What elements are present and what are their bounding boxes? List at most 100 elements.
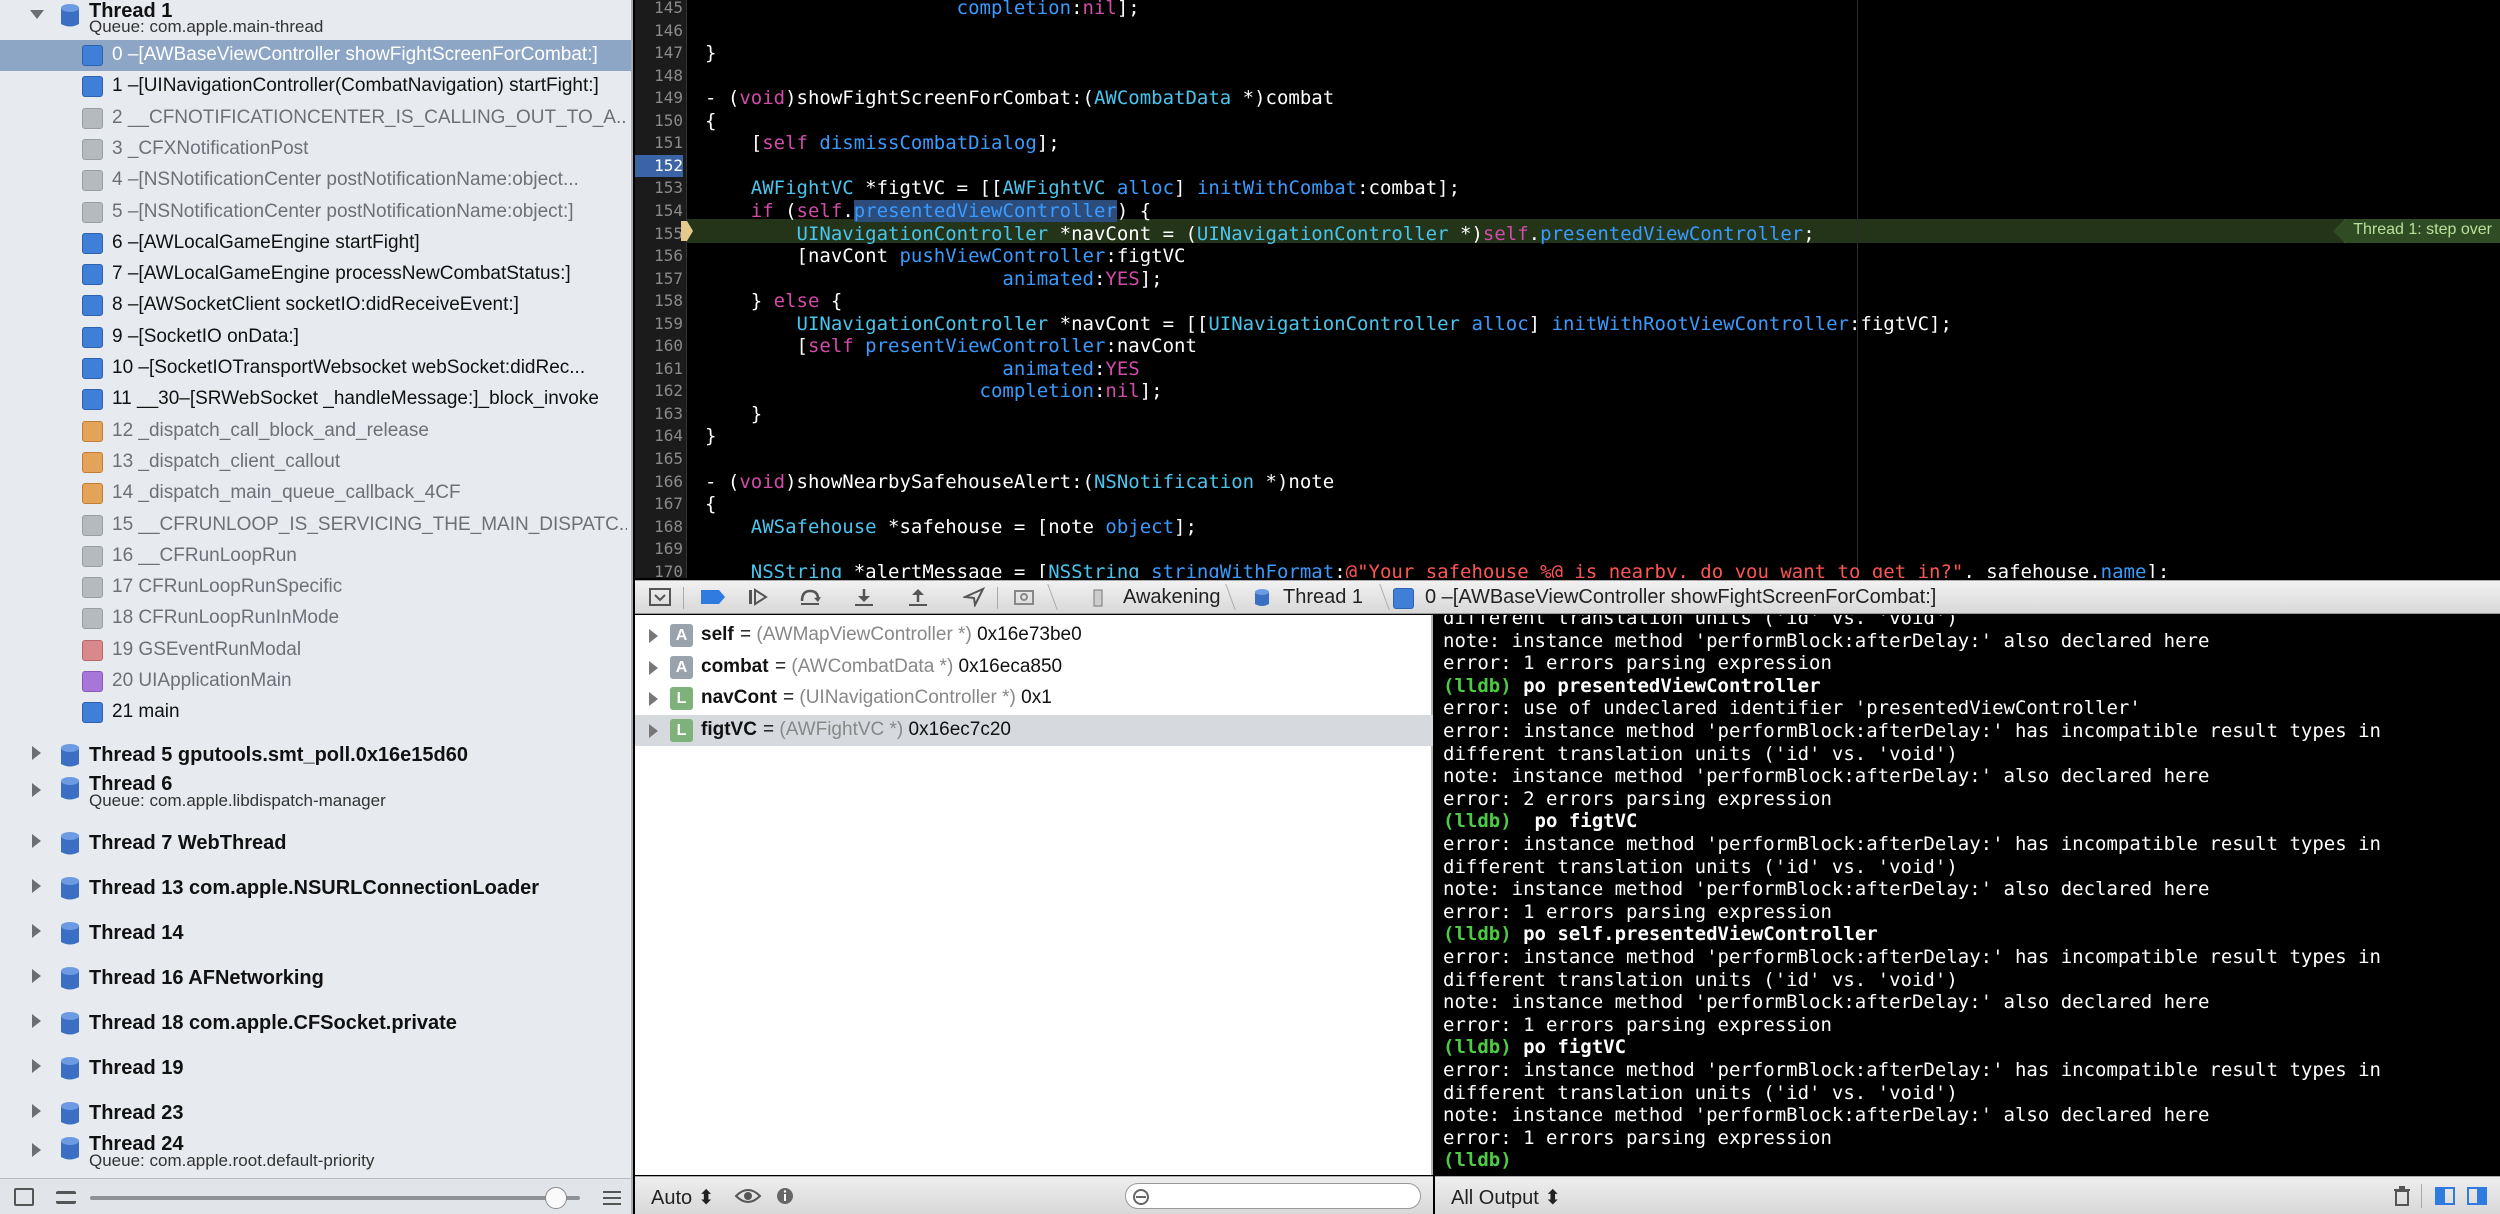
lines-icon[interactable]	[603, 1191, 621, 1205]
code-line[interactable]: {	[705, 110, 716, 133]
line-number[interactable]: 157	[635, 268, 683, 291]
disclosure-closed-icon[interactable]	[649, 692, 658, 706]
variable-row[interactable]: LfigtVC= (AWFightVC *) 0x16ec7c20	[635, 715, 1433, 746]
thread-row[interactable]: Thread 23	[0, 1091, 631, 1136]
code-line[interactable]: UINavigationController *navCont = (UINav…	[705, 223, 1815, 246]
disclosure-closed-icon[interactable]	[649, 629, 658, 643]
step-over-icon[interactable]	[799, 587, 821, 607]
continue-icon[interactable]	[747, 587, 769, 607]
disclosure-closed-icon[interactable]	[32, 969, 41, 983]
thread-row[interactable]: Thread 5 gputools.smt_poll.0x16e15d60	[0, 733, 631, 778]
thread-row[interactable]: Thread 18 com.apple.CFSocket.private	[0, 1001, 631, 1046]
line-number[interactable]: 165	[635, 448, 683, 471]
code-line[interactable]: if (self.presentedViewController) {	[705, 200, 1151, 223]
disclosure-closed-icon[interactable]	[32, 1143, 41, 1157]
thread-row[interactable]: Thread 6Queue: com.apple.libdispatch-man…	[0, 773, 631, 818]
code-line[interactable]: }	[705, 403, 762, 426]
output-filter-selector[interactable]: All Output ⬍	[1451, 1185, 1561, 1210]
code-line[interactable]: - (void)showFightScreenForCombat:(AWComb…	[705, 87, 1334, 110]
list-view-icon[interactable]	[56, 1191, 76, 1204]
line-number[interactable]: 166	[635, 471, 683, 494]
stack-frame-row[interactable]: 9 –[SocketIO onData:]	[0, 322, 631, 353]
line-number[interactable]: 151	[635, 132, 683, 155]
hide-debug-area-icon[interactable]	[649, 587, 671, 607]
thread-row[interactable]: Thread 16 AFNetworking	[0, 956, 631, 1001]
line-number[interactable]: 148	[635, 65, 683, 88]
line-number[interactable]: 161	[635, 358, 683, 381]
disclosure-open-icon[interactable]	[30, 10, 44, 19]
stack-frame-row[interactable]: 7 –[AWLocalGameEngine processNewCombatSt…	[0, 259, 631, 290]
disclosure-closed-icon[interactable]	[649, 724, 658, 738]
variable-row[interactable]: Aself= (AWMapViewController *) 0x16e73be…	[635, 620, 1433, 651]
stack-frame-row[interactable]: 20 UIApplicationMain	[0, 666, 631, 697]
thread-row[interactable]: Thread 7 WebThread	[0, 821, 631, 866]
eye-icon[interactable]	[735, 1187, 761, 1205]
line-number[interactable]: 159	[635, 313, 683, 336]
code-line[interactable]: completion:nil];	[705, 0, 1140, 20]
variable-row[interactable]: Acombat= (AWCombatData *) 0x16eca850	[635, 652, 1433, 683]
line-number[interactable]: 170	[635, 561, 683, 578]
line-number[interactable]: 169	[635, 538, 683, 561]
line-number[interactable]: 152	[635, 155, 683, 178]
show-console-icon[interactable]	[2467, 1187, 2487, 1205]
code-line[interactable]: UINavigationController *navCont = [[UINa…	[705, 313, 1952, 336]
disclosure-closed-icon[interactable]	[32, 879, 41, 893]
stack-frame-row[interactable]: 17 CFRunLoopRunSpecific	[0, 572, 631, 603]
code-line[interactable]: AWSafehouse *safehouse = [note object];	[705, 516, 1197, 539]
code-line[interactable]: completion:nil];	[705, 380, 1163, 403]
disclosure-closed-icon[interactable]	[32, 834, 41, 848]
line-number[interactable]: 162	[635, 380, 683, 403]
thread-row[interactable]: Thread 14	[0, 911, 631, 956]
stack-frame-row[interactable]: 11 __30–[SRWebSocket _handleMessage:]_bl…	[0, 384, 631, 415]
stack-frame-row[interactable]: 19 GSEventRunModal	[0, 635, 631, 666]
show-variables-icon[interactable]	[2435, 1187, 2455, 1205]
line-number[interactable]: 160	[635, 335, 683, 358]
stack-frame-row[interactable]: 5 –[NSNotificationCenter postNotificatio…	[0, 197, 631, 228]
console-output[interactable]: different translation units ('id' vs. 'v…	[1435, 615, 2500, 1176]
stack-frame-row[interactable]: 0 –[AWBaseViewController showFightScreen…	[0, 40, 631, 71]
line-number[interactable]: 146	[635, 20, 683, 43]
stack-frame-row[interactable]: 16 __CFRunLoopRun	[0, 541, 631, 572]
line-number[interactable]: 163	[635, 403, 683, 426]
line-number[interactable]: 158	[635, 290, 683, 313]
stack-frame-row[interactable]: 6 –[AWLocalGameEngine startFight]	[0, 228, 631, 259]
line-number[interactable]: 168	[635, 516, 683, 539]
process-view-icon[interactable]	[14, 1188, 34, 1206]
disclosure-closed-icon[interactable]	[32, 924, 41, 938]
stack-compression-slider[interactable]	[90, 1196, 580, 1200]
line-number[interactable]: 167	[635, 493, 683, 516]
code-line[interactable]: NSString *alertMessage = [NSString strin…	[705, 561, 2169, 578]
step-out-icon[interactable]	[907, 587, 929, 607]
line-number[interactable]: 164	[635, 425, 683, 448]
disclosure-closed-icon[interactable]	[32, 783, 41, 797]
line-number[interactable]: 156	[635, 245, 683, 268]
stack-frame-row[interactable]: 12 _dispatch_call_block_and_release	[0, 416, 631, 447]
line-number[interactable]: 145	[635, 0, 683, 20]
line-number[interactable]: 153	[635, 177, 683, 200]
line-number[interactable]: 155	[635, 223, 683, 246]
disclosure-closed-icon[interactable]	[649, 661, 658, 675]
thread-row[interactable]: Thread 24Queue: com.apple.root.default-p…	[0, 1133, 631, 1178]
stack-frame-row[interactable]: 1 –[UINavigationController(CombatNavigat…	[0, 71, 631, 102]
disclosure-closed-icon[interactable]	[32, 1104, 41, 1118]
stack-frame-row[interactable]: 2 __CFNOTIFICATIONCENTER_IS_CALLING_OUT_…	[0, 103, 631, 134]
crumb-app[interactable]: Awakening	[1123, 586, 1220, 609]
source-editor[interactable]: 1451461471481491501511521531541551561571…	[635, 0, 2500, 578]
stack-frame-row[interactable]: 13 _dispatch_client_callout	[0, 447, 631, 478]
thread-row[interactable]: Thread 19	[0, 1046, 631, 1091]
stack-frame-row[interactable]: 14 _dispatch_main_queue_callback_4CF	[0, 478, 631, 509]
stack-frame-row[interactable]: 8 –[AWSocketClient socketIO:didReceiveEv…	[0, 290, 631, 321]
step-into-icon[interactable]	[853, 587, 875, 607]
disclosure-closed-icon[interactable]	[32, 746, 41, 760]
info-icon[interactable]	[775, 1186, 795, 1206]
code-line[interactable]: AWFightVC *figtVC = [[AWFightVC alloc] i…	[705, 177, 1460, 200]
code-line[interactable]: } else {	[705, 290, 842, 313]
variables-filter-field[interactable]	[1125, 1183, 1421, 1209]
stack-frame-row[interactable]: 18 CFRunLoopRunInMode	[0, 603, 631, 634]
thread-row-1[interactable]: Thread 1 Queue: com.apple.main-thread	[0, 0, 631, 45]
code-line[interactable]: }	[705, 42, 716, 65]
disclosure-closed-icon[interactable]	[32, 1014, 41, 1028]
variable-row[interactable]: LnavCont= (UINavigationController *) 0x1	[635, 683, 1433, 714]
line-number[interactable]: 154	[635, 200, 683, 223]
trash-icon[interactable]	[2393, 1186, 2411, 1206]
